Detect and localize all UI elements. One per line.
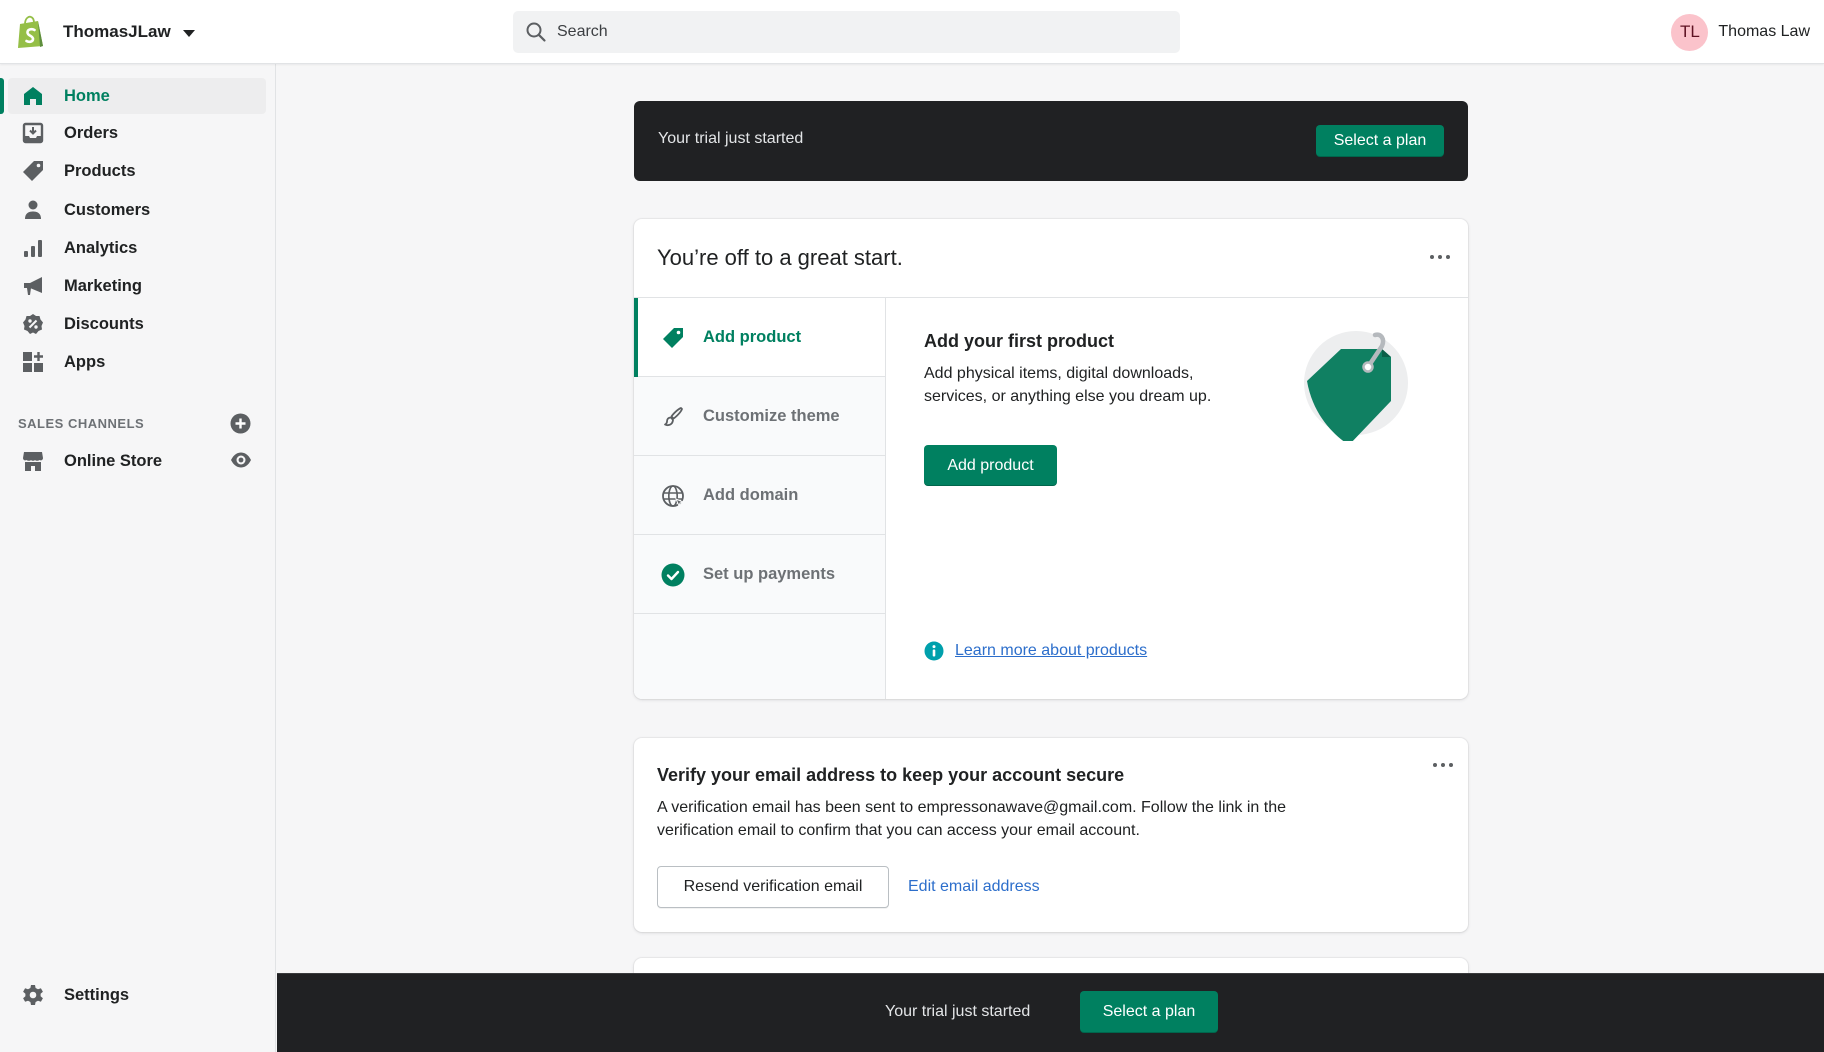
sidebar-item-orders[interactable]: Orders	[8, 115, 266, 151]
step-add-product[interactable]: Add product	[634, 298, 885, 377]
tag-icon	[663, 328, 683, 348]
sidebar: Home Orders Products Customers Analytics	[0, 64, 276, 1052]
paintbrush-icon	[664, 407, 683, 427]
step-customize-theme[interactable]: Customize theme	[634, 377, 885, 456]
sidebar-item-label: Products	[64, 161, 136, 180]
step-set-up-payments[interactable]: Set up payments	[634, 535, 885, 614]
store-name: ThomasJLaw	[63, 22, 171, 41]
globe-icon	[662, 485, 685, 508]
more-actions-button[interactable]	[1428, 250, 1452, 264]
bottom-trial-bar: Your trial just started Select a plan	[277, 973, 1824, 1052]
check-circle-icon	[661, 563, 685, 587]
dot-icon	[1430, 255, 1434, 259]
step-label: Customize theme	[703, 407, 840, 425]
step-label: Add domain	[703, 486, 799, 504]
chevron-down-icon	[182, 29, 195, 37]
step-detail-description: Add physical items, digital downloads, s…	[924, 365, 1212, 405]
search-input[interactable]: Search	[513, 11, 1180, 53]
product-tag-illustration	[1304, 331, 1408, 441]
active-indicator	[634, 298, 638, 377]
avatar: TL	[1671, 13, 1709, 51]
learn-more-link[interactable]: Learn more about products	[924, 641, 1147, 661]
sidebar-item-label: Online Store	[64, 451, 163, 470]
step-label: Add product	[703, 328, 802, 346]
person-icon	[25, 200, 41, 219]
sidebar-item-home[interactable]: Home	[0, 78, 266, 114]
step-add-domain[interactable]: Add domain	[634, 456, 885, 535]
bar-chart-icon	[24, 240, 42, 257]
store-icon	[23, 452, 43, 471]
apps-icon	[23, 352, 43, 372]
verify-email-title: Verify your email address to keep your a…	[657, 765, 1125, 785]
sidebar-item-analytics[interactable]: Analytics	[8, 230, 266, 266]
trial-banner-text: Your trial just started	[658, 130, 804, 147]
sidebar-item-discounts[interactable]: Discounts	[8, 306, 266, 342]
resend-verification-button[interactable]: Resend verification email	[657, 866, 889, 908]
search-icon	[526, 22, 546, 42]
info-icon	[924, 641, 944, 661]
user-menu[interactable]: TL Thomas Law	[1671, 13, 1810, 51]
sidebar-item-label: Marketing	[64, 276, 142, 295]
sidebar-item-label: Orders	[64, 123, 119, 142]
onboarding-card: You’re off to a great start. Add product…	[634, 219, 1468, 699]
dot-icon	[1446, 255, 1450, 259]
sidebar-item-settings[interactable]: Settings	[8, 977, 266, 1013]
edit-email-link[interactable]: Edit email address	[908, 878, 1040, 896]
user-name: Thomas Law	[1718, 23, 1810, 40]
onboarding-steps: Add product Customize theme Add domain S…	[634, 298, 886, 699]
dot-icon	[1441, 763, 1445, 767]
sidebar-item-label: Settings	[64, 985, 130, 1004]
add-product-button[interactable]: Add product	[924, 445, 1057, 486]
top-bar: ThomasJLaw Search TL Thomas Law	[0, 0, 1824, 64]
sales-channels-heading: SALES CHANNELS	[18, 416, 145, 431]
more-actions-button[interactable]	[1431, 758, 1455, 772]
sidebar-item-label: Analytics	[64, 238, 138, 257]
view-store-eye-icon[interactable]	[230, 451, 252, 469]
gear-icon	[23, 985, 43, 1005]
sidebar-item-label: Discounts	[64, 314, 144, 333]
discount-icon	[23, 314, 43, 334]
sidebar-item-label: Apps	[64, 352, 106, 371]
onboarding-title: You’re off to a great start.	[657, 245, 903, 270]
select-plan-button[interactable]: Select a plan	[1316, 125, 1444, 157]
verify-email-description: A verification email has been sent to em…	[657, 799, 1286, 839]
sidebar-item-label: Customers	[64, 200, 151, 219]
store-switcher[interactable]: ThomasJLaw	[16, 12, 195, 52]
step-label: Set up payments	[703, 565, 836, 583]
sidebar-item-products[interactable]: Products	[8, 153, 266, 189]
sidebar-item-online-store[interactable]: Online Store	[8, 443, 266, 479]
sidebar-item-customers[interactable]: Customers	[8, 192, 266, 228]
megaphone-icon	[24, 277, 42, 295]
select-plan-button[interactable]: Select a plan	[1080, 991, 1218, 1033]
shopify-logo-icon	[18, 15, 43, 48]
verify-email-card: Verify your email address to keep your a…	[634, 738, 1468, 932]
dot-icon	[1433, 763, 1437, 767]
home-icon	[24, 87, 42, 105]
dot-icon	[1449, 763, 1453, 767]
dot-icon	[1438, 255, 1442, 259]
search-placeholder: Search	[557, 23, 608, 40]
add-sales-channel-button[interactable]	[230, 413, 251, 434]
sidebar-item-apps[interactable]: Apps	[8, 344, 266, 380]
tag-icon	[23, 161, 43, 181]
sidebar-item-label: Home	[64, 86, 110, 105]
active-indicator	[0, 78, 4, 114]
step-detail-title: Add your first product	[924, 331, 1114, 351]
learn-more-text: Learn more about products	[955, 642, 1148, 659]
sidebar-item-marketing[interactable]: Marketing	[8, 268, 266, 304]
trial-bar-text: Your trial just started	[885, 1003, 1031, 1020]
trial-banner: Your trial just started Select a plan	[634, 101, 1468, 181]
main-content: Your trial just started Select a plan Yo…	[277, 64, 1824, 1052]
orders-icon	[22, 122, 44, 144]
